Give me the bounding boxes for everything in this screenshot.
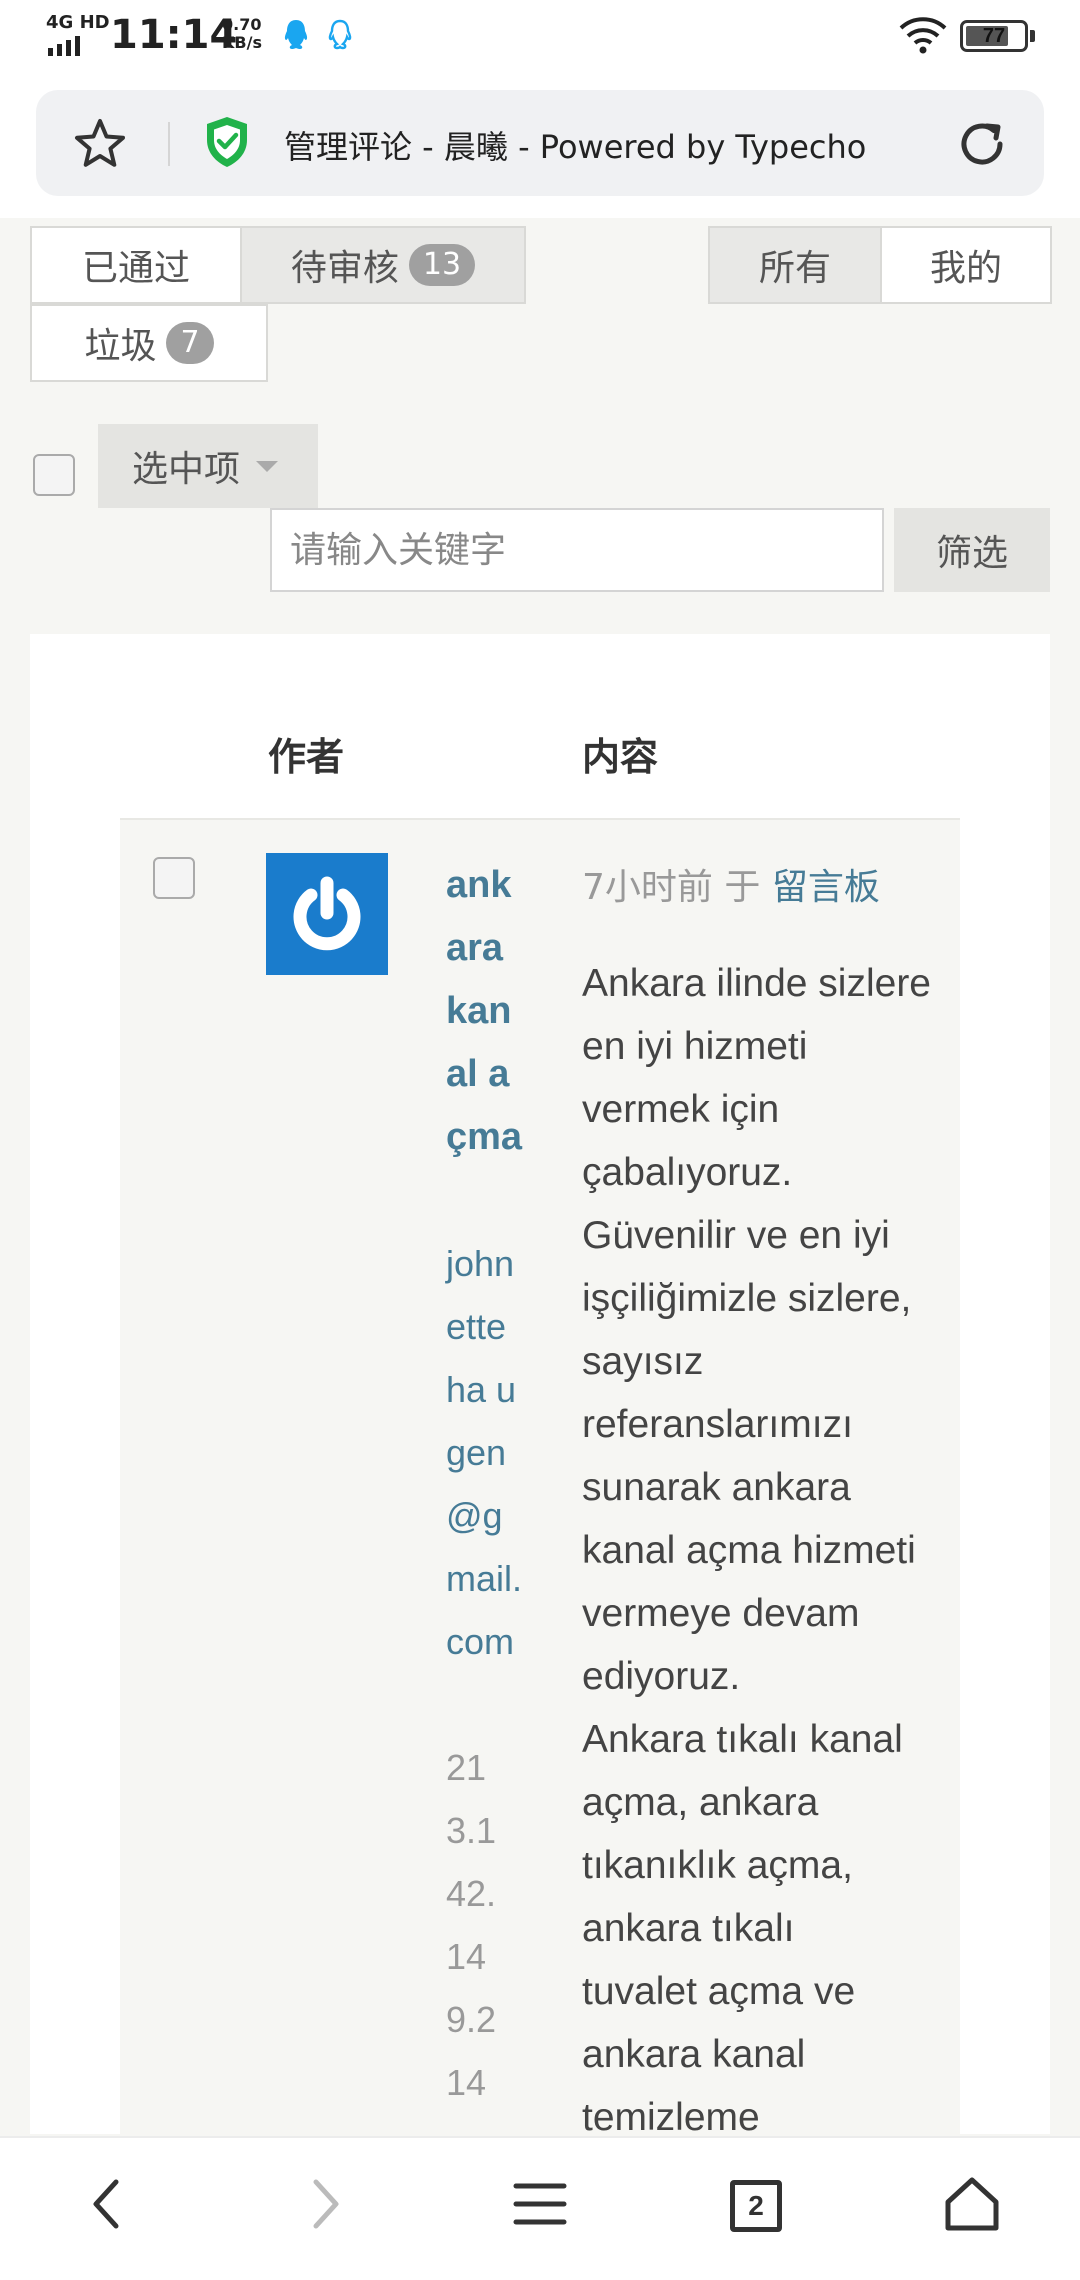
network-type: 4G HD bbox=[46, 12, 110, 33]
tabs-icon[interactable]: 2 bbox=[730, 2180, 782, 2232]
tab-all[interactable]: 所有 bbox=[708, 226, 882, 304]
select-all-checkbox[interactable] bbox=[33, 454, 75, 496]
tab-spam[interactable]: 垃圾 7 bbox=[30, 304, 268, 382]
reload-icon[interactable] bbox=[956, 118, 1008, 170]
keyword-search-input[interactable] bbox=[270, 508, 884, 592]
shield-icon bbox=[207, 117, 247, 167]
bulk-action-dropdown[interactable]: 选中项 bbox=[98, 424, 318, 508]
wifi-icon bbox=[899, 17, 947, 54]
tab-mine-label: 我的 bbox=[929, 248, 1002, 289]
comment-author-link[interactable]: ankara kanal açma bbox=[446, 854, 524, 1169]
back-icon[interactable] bbox=[76, 2172, 140, 2236]
pending-count-badge: 13 bbox=[408, 244, 476, 286]
comment-meta: 7小时前 于 留言板 bbox=[582, 858, 880, 910]
tab-all-label: 所有 bbox=[758, 248, 831, 289]
tab-spam-label: 垃圾 bbox=[84, 326, 157, 367]
battery-tip bbox=[1030, 30, 1035, 42]
comment-checkbox[interactable] bbox=[153, 857, 195, 899]
tab-pending[interactable]: 待审核 13 bbox=[240, 226, 526, 304]
clock: 11:14 bbox=[110, 12, 238, 58]
comment-content: Ankara ilinde sizlere en iyi hizmeti ver… bbox=[582, 962, 932, 2132]
chevron-down-icon bbox=[256, 460, 279, 472]
network-speed: 0.70 KB/s bbox=[222, 16, 262, 52]
tab-approved[interactable]: 已通过 bbox=[30, 226, 242, 304]
menu-icon[interactable] bbox=[508, 2172, 572, 2236]
qq-icon bbox=[284, 20, 308, 49]
comment-time: 7小时前 于 bbox=[582, 867, 761, 908]
content-column-header: 内容 bbox=[582, 735, 659, 779]
battery-level: 77 bbox=[982, 25, 1006, 47]
home-icon[interactable] bbox=[940, 2172, 1004, 2236]
filter-button[interactable]: 筛选 bbox=[894, 508, 1050, 592]
bulk-action-label: 选中项 bbox=[132, 449, 241, 490]
author-column-header: 作者 bbox=[268, 735, 345, 779]
speed-value: 0.70 bbox=[222, 15, 262, 34]
avatar bbox=[266, 853, 388, 975]
comment-ip: 213.142.149.214 bbox=[446, 1747, 497, 2103]
page-title[interactable]: 管理评论 - 晨曦 - Powered by Typecho bbox=[284, 122, 866, 168]
star-icon[interactable] bbox=[72, 116, 128, 172]
qq-outline-icon bbox=[328, 19, 352, 50]
spam-count-badge: 7 bbox=[166, 322, 214, 364]
address-divider bbox=[168, 122, 170, 166]
forward-icon[interactable] bbox=[292, 2172, 356, 2236]
tab-pending-label: 待审核 bbox=[290, 248, 399, 289]
speed-unit: KB/s bbox=[222, 33, 262, 52]
battery-icon: 77 bbox=[960, 20, 1028, 52]
status-bar: 4G HD 11:14 0.70 KB/s 77 bbox=[0, 0, 1080, 72]
comment-post-link[interactable]: 留言板 bbox=[772, 867, 880, 908]
power-icon bbox=[293, 876, 361, 951]
tab-mine[interactable]: 我的 bbox=[880, 226, 1052, 304]
signal-icon bbox=[48, 36, 80, 56]
tab-approved-label: 已通过 bbox=[81, 248, 190, 289]
comment-email-link[interactable]: johnetteha ugen@gmail.com bbox=[446, 1232, 522, 1673]
